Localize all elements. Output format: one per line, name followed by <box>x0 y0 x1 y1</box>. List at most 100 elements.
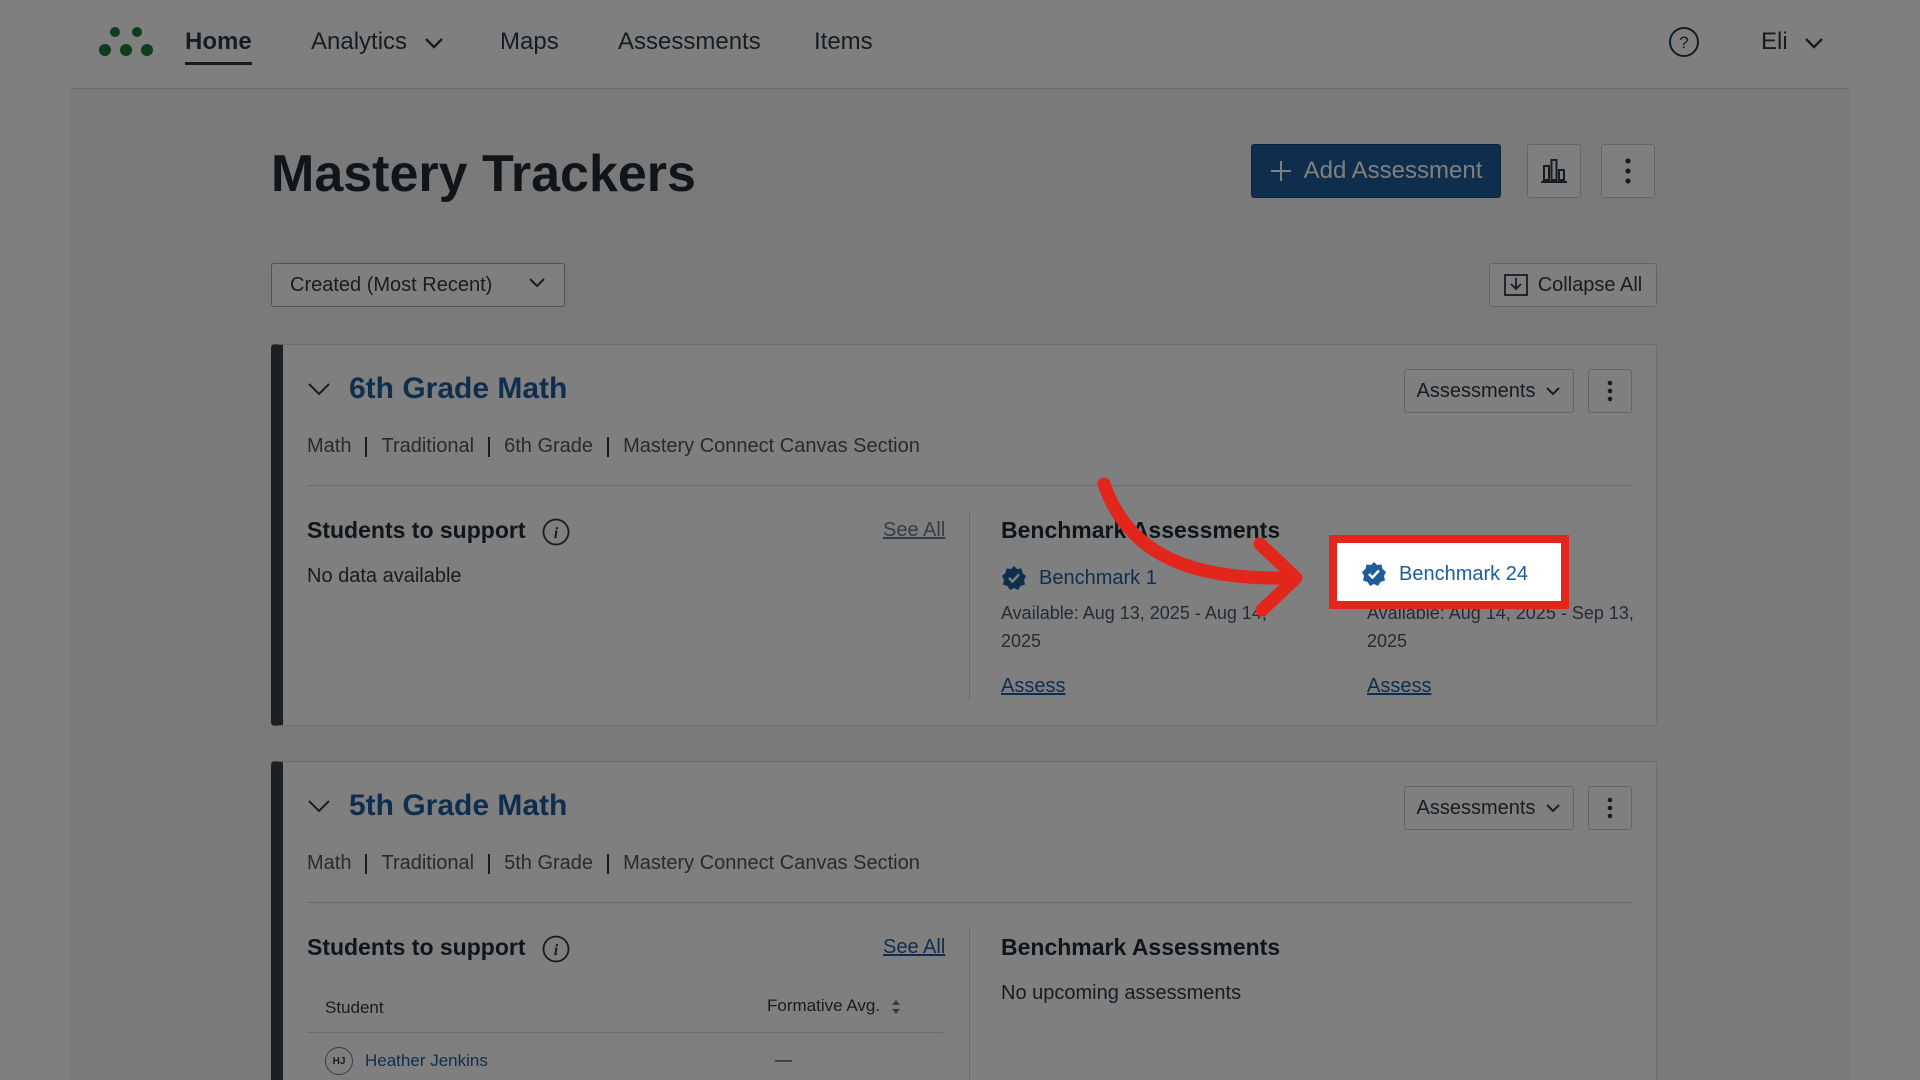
meta-grade: 5th Grade <box>504 852 594 874</box>
card-divider <box>307 485 1632 486</box>
assessments-dropdown-label: Assessments <box>1416 796 1536 819</box>
student-column-header: Student <box>325 998 384 1017</box>
kebab-icon <box>1625 158 1631 184</box>
assessments-dropdown-label: Assessments <box>1416 379 1536 402</box>
meta-subject: Math <box>307 852 352 874</box>
meta-grade: 6th Grade <box>504 435 594 457</box>
column-divider <box>969 928 970 1080</box>
meta-type: Traditional <box>381 435 475 457</box>
bar-chart-icon <box>1541 159 1567 183</box>
svg-text:i: i <box>554 525 559 542</box>
meta-separator <box>607 853 610 874</box>
chevron-down-icon <box>424 37 443 49</box>
meta-separator <box>488 436 491 457</box>
meta-section: Mastery Connect Canvas Section <box>623 435 920 457</box>
meta-type: Traditional <box>381 852 475 874</box>
right-letterbox <box>1849 0 1920 1080</box>
more-options-button[interactable] <box>1601 144 1655 198</box>
no-data-text: No data available <box>307 565 462 587</box>
page-title: Mastery Trackers <box>271 145 696 203</box>
benchmark-24-name: Benchmark 24 <box>1399 562 1528 585</box>
card-options-button[interactable] <box>1588 786 1632 830</box>
top-navigation: Home Analytics Maps Assessments Items ? … <box>71 0 1849 89</box>
user-menu[interactable]: Eli <box>1761 26 1824 58</box>
user-name: Eli <box>1761 28 1788 55</box>
formative-avg-column-header[interactable]: Formative Avg. <box>767 996 901 1016</box>
benchmark-24-link[interactable]: Benchmark 24 <box>1361 561 1528 587</box>
table-header-divider <box>307 1032 943 1033</box>
collapse-all-label: Collapse All <box>1537 273 1643 296</box>
card-header: 5th Grade Math <box>307 782 567 830</box>
column-divider <box>969 511 970 701</box>
chevron-down-icon <box>1546 804 1561 813</box>
highlight-box: Benchmark 24 <box>1329 535 1569 609</box>
formative-avg-label: Formative Avg. <box>767 996 881 1015</box>
avatar: HJ <box>325 1047 353 1075</box>
kebab-icon <box>1607 797 1613 819</box>
sort-select-value: Created (Most Recent) <box>290 273 493 296</box>
left-letterbox <box>0 0 71 1080</box>
chevron-down-icon <box>1805 37 1824 49</box>
chevron-down-icon <box>529 278 545 288</box>
collapse-icon <box>1503 274 1528 296</box>
add-assessment-button[interactable]: Add Assessment <box>1251 144 1501 198</box>
nav-home[interactable]: Home <box>185 26 252 65</box>
meta-separator <box>365 853 368 874</box>
benchmark-24-assess-link[interactable]: Assess <box>1367 675 1431 698</box>
nav-items[interactable]: Items <box>814 26 873 62</box>
see-all-link[interactable]: See All <box>883 936 945 959</box>
chevron-down-icon <box>1546 387 1561 396</box>
students-heading-label: Students to support <box>307 517 526 543</box>
no-upcoming-text: No upcoming assessments <box>1001 982 1242 1004</box>
chevron-down-icon[interactable] <box>307 382 331 396</box>
student-name-link[interactable]: Heather Jenkins <box>365 1051 488 1071</box>
svg-text:i: i <box>554 942 559 959</box>
nav-assessments[interactable]: Assessments <box>618 26 761 62</box>
sort-icon <box>891 999 900 1014</box>
verified-badge-icon <box>1362 562 1386 586</box>
students-to-support-heading: Students to support i <box>307 517 570 546</box>
card-title[interactable]: 6th Grade Math <box>349 372 567 406</box>
nav-maps[interactable]: Maps <box>500 26 559 62</box>
meta-section: Mastery Connect Canvas Section <box>623 852 920 874</box>
nav-analytics-label: Analytics <box>311 28 408 55</box>
card-title[interactable]: 5th Grade Math <box>349 789 567 823</box>
benchmark-1-link[interactable]: Benchmark 1 <box>1001 565 1157 591</box>
students-heading-label: Students to support <box>307 934 526 960</box>
help-icon[interactable]: ? <box>1668 26 1700 58</box>
analytics-chart-button[interactable] <box>1527 144 1581 198</box>
add-assessment-label: Add Assessment <box>1303 157 1483 184</box>
card-divider <box>307 902 1632 903</box>
kebab-icon <box>1607 380 1613 402</box>
meta-separator <box>488 853 491 874</box>
benchmark-assessments-heading: Benchmark Assessments <box>1001 517 1281 543</box>
info-icon[interactable]: i <box>542 935 570 963</box>
benchmark-1-assess-link[interactable]: Assess <box>1001 675 1065 698</box>
card-meta: Math Traditional 5th Grade Mastery Connect … <box>307 852 920 875</box>
student-formative-avg: — <box>775 1050 792 1069</box>
meta-separator <box>365 436 368 457</box>
assessments-dropdown[interactable]: Assessments <box>1404 369 1574 413</box>
nav-analytics[interactable]: Analytics <box>311 26 444 62</box>
chevron-down-icon[interactable] <box>307 799 331 813</box>
benchmark-1-name: Benchmark 1 <box>1039 566 1157 589</box>
benchmark-1-availability: Available: Aug 13, 2025 - Aug 14, 2025 <box>1001 603 1267 651</box>
sort-select[interactable]: Created (Most Recent) <box>271 263 565 307</box>
app-window: Home Analytics Maps Assessments Items ? … <box>71 0 1849 1080</box>
verified-badge-icon <box>1002 566 1026 590</box>
meta-separator <box>607 436 610 457</box>
benchmark-assessments-heading: Benchmark Assessments <box>1001 934 1281 960</box>
card-options-button[interactable] <box>1588 369 1632 413</box>
collapse-all-button[interactable]: Collapse All <box>1489 263 1657 307</box>
students-to-support-heading: Students to support i <box>307 934 570 963</box>
svg-text:?: ? <box>1679 33 1688 52</box>
card-meta: Math Traditional 6th Grade Mastery Connect … <box>307 435 920 458</box>
meta-subject: Math <box>307 435 352 457</box>
tracker-card-5th-grade-math: 5th Grade Math Assessments Math Tradition… <box>271 761 1657 1080</box>
see-all-link[interactable]: See All <box>883 519 945 542</box>
plus-icon <box>1270 161 1291 181</box>
info-icon[interactable]: i <box>542 518 570 546</box>
mastery-logo-icon[interactable] <box>99 26 153 58</box>
assessments-dropdown[interactable]: Assessments <box>1404 786 1574 830</box>
card-header: 6th Grade Math <box>307 365 567 413</box>
